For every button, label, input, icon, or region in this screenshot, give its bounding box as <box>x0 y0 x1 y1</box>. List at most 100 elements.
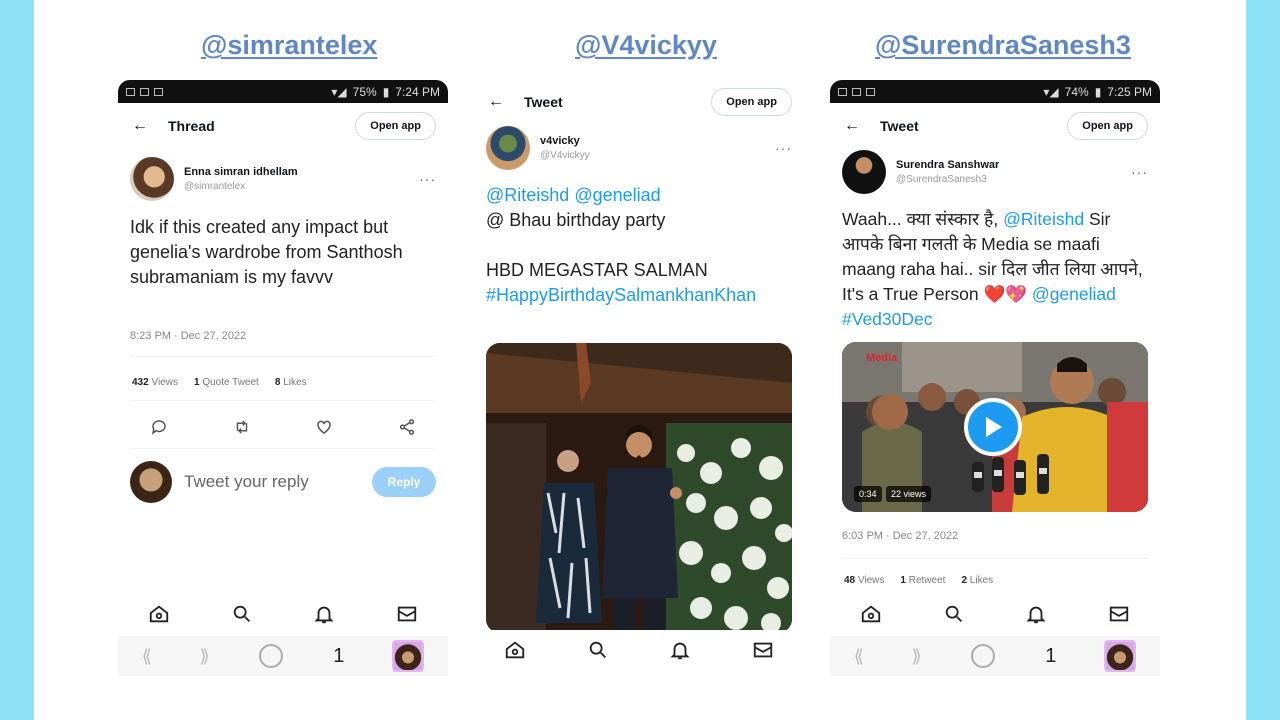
hashtag-link[interactable]: #HappyBirthdaySalmankhanKhan <box>486 283 794 308</box>
tweet-stats: 48 Views 1 Retweet 2 Likes <box>844 575 993 586</box>
signal-icon: ▾◢ <box>1043 84 1059 99</box>
notifications-bell-icon[interactable] <box>1025 603 1047 625</box>
notifications-bell-icon[interactable] <box>669 639 691 661</box>
author-handle[interactable]: @SurendraSanesh3 <box>896 174 1131 185</box>
page-title: Tweet <box>880 118 919 134</box>
messages-mail-icon[interactable] <box>1108 603 1130 625</box>
status-bar: ▾◢ 74% ▮ 7:25 PM <box>830 80 1160 103</box>
tab-count[interactable]: 1 <box>333 645 344 668</box>
likes-stat[interactable]: 8 Likes <box>275 377 307 388</box>
like-icon[interactable] <box>315 418 333 436</box>
tweet-video[interactable]: Media 0:34 22 views <box>842 342 1148 512</box>
divider <box>130 356 436 357</box>
browser-forward-icon[interactable]: ⟫ <box>200 646 210 667</box>
open-app-button[interactable]: Open app <box>711 88 792 116</box>
views-stat[interactable]: 432 Views <box>132 377 178 388</box>
open-app-button[interactable]: Open app <box>1067 112 1148 140</box>
bottom-nav <box>118 594 448 634</box>
reply-button[interactable]: Reply <box>372 467 436 497</box>
share-icon[interactable] <box>398 418 416 436</box>
browser-back-icon[interactable]: ⟪ <box>854 646 864 667</box>
avatar[interactable] <box>842 150 886 194</box>
tweet-stats: 432 Views 1 Quote Tweet 8 Likes <box>132 377 307 388</box>
battery-icon: ▮ <box>1094 84 1102 99</box>
loading-spinner-icon <box>969 642 997 670</box>
bottom-nav <box>474 630 804 670</box>
top-bar: ← Tweet Open app <box>830 106 1160 146</box>
likes-stat[interactable]: 2 Likes <box>961 575 993 586</box>
search-icon[interactable] <box>587 639 609 661</box>
mention-link[interactable]: @Riteishd <box>486 185 569 205</box>
back-arrow-icon[interactable]: ← <box>488 93 510 111</box>
battery-level: 74% <box>1064 84 1089 99</box>
open-app-button[interactable]: Open app <box>355 112 436 140</box>
status-time: 7:24 PM <box>395 84 440 99</box>
author-name[interactable]: Surendra Sanshwar <box>896 159 1131 171</box>
video-duration: 0:34 <box>854 486 882 502</box>
video-channel-logo: Media <box>866 352 898 364</box>
tweet-author: v4vicky @V4vickyy ··· <box>486 126 792 170</box>
browser-back-icon[interactable]: ⟪ <box>142 646 152 667</box>
browser-forward-icon[interactable]: ⟫ <box>912 646 922 667</box>
reply-input[interactable]: Tweet your reply <box>184 472 372 492</box>
search-icon[interactable] <box>231 603 253 625</box>
author-handle[interactable]: @V4vickyy <box>540 150 775 161</box>
author-name[interactable]: Enna simran idhellam <box>184 166 419 178</box>
top-bar: ← Tweet Open app <box>474 82 804 122</box>
home-icon[interactable] <box>148 603 170 625</box>
retweets-stat[interactable]: 1 Retweet <box>900 575 945 586</box>
tweet-timestamp: 8:23 PM · Dec 27, 2022 <box>130 330 247 342</box>
messages-mail-icon[interactable] <box>752 639 774 661</box>
top-bar: ← Thread Open app <box>118 106 448 146</box>
reply-composer: Tweet your reply Reply <box>130 460 436 504</box>
tab-thumbnail[interactable] <box>1104 640 1137 672</box>
tab-thumbnail[interactable] <box>392 640 425 672</box>
author-handle[interactable]: @simrantelex <box>184 181 419 192</box>
mention-link[interactable]: @Riteishd <box>1003 209 1084 229</box>
browser-bar: ⟪ ⟫ 1 <box>118 636 448 676</box>
battery-icon: ▮ <box>382 84 390 99</box>
back-arrow-icon[interactable]: ← <box>132 117 154 135</box>
tweet-text: Idk if this created any impact but genel… <box>130 217 403 287</box>
author-name[interactable]: v4vicky <box>540 135 775 147</box>
tweet-author: Surendra Sanshwar @SurendraSanesh3 ··· <box>842 150 1148 194</box>
handle-caption-v4vickyy: @V4vickyy <box>575 30 717 60</box>
phone-screenshot-1: ▾◢ 75% ▮ 7:24 PM ← Thread Open app Enna … <box>118 80 448 680</box>
views-stat[interactable]: 48 Views <box>844 575 884 586</box>
tweet-photo[interactable] <box>486 343 792 633</box>
handle-caption-simrantelex: @simrantelex <box>201 30 378 60</box>
signal-icon: ▾◢ <box>331 84 347 99</box>
mention-link[interactable]: @geneliad <box>574 185 660 205</box>
search-icon[interactable] <box>943 603 965 625</box>
battery-level: 75% <box>352 84 377 99</box>
reply-icon[interactable] <box>150 418 168 436</box>
tweet-line: HBD MEGASTAR SALMAN <box>486 260 708 280</box>
page-title: Tweet <box>524 94 563 110</box>
bottom-nav <box>830 594 1160 634</box>
home-icon[interactable] <box>504 639 526 661</box>
quotes-stat[interactable]: 1 Quote Tweet <box>194 377 259 388</box>
messages-mail-icon[interactable] <box>396 603 418 625</box>
home-icon[interactable] <box>860 603 882 625</box>
tweet-actions <box>118 415 448 439</box>
more-options-icon[interactable]: ··· <box>1131 164 1148 180</box>
more-options-icon[interactable]: ··· <box>775 140 792 156</box>
avatar[interactable] <box>130 157 174 201</box>
back-arrow-icon[interactable]: ← <box>844 117 866 135</box>
retweet-icon[interactable] <box>233 418 251 436</box>
tab-count[interactable]: 1 <box>1045 645 1056 668</box>
browser-bar: ⟪ ⟫ 1 <box>830 636 1160 676</box>
divider <box>130 400 436 401</box>
status-time: 7:25 PM <box>1107 84 1152 99</box>
tweet-text: @Riteishd @geneliad @ Bhau birthday part… <box>486 183 794 308</box>
avatar[interactable] <box>486 126 530 170</box>
divider <box>130 448 436 449</box>
tweet-author: Enna simran idhellam @simrantelex ··· <box>130 157 436 201</box>
play-icon[interactable] <box>964 398 1022 456</box>
phone-screenshot-3: ▾◢ 74% ▮ 7:25 PM ← Tweet Open app Surend… <box>830 80 1160 680</box>
more-options-icon[interactable]: ··· <box>419 171 436 187</box>
handle-caption-surendrasanesh3: @SurendraSanesh3 <box>875 30 1131 60</box>
hearts-emoji: ❤️💖 <box>983 284 1028 304</box>
loading-spinner-icon <box>257 642 285 670</box>
notifications-bell-icon[interactable] <box>313 603 335 625</box>
